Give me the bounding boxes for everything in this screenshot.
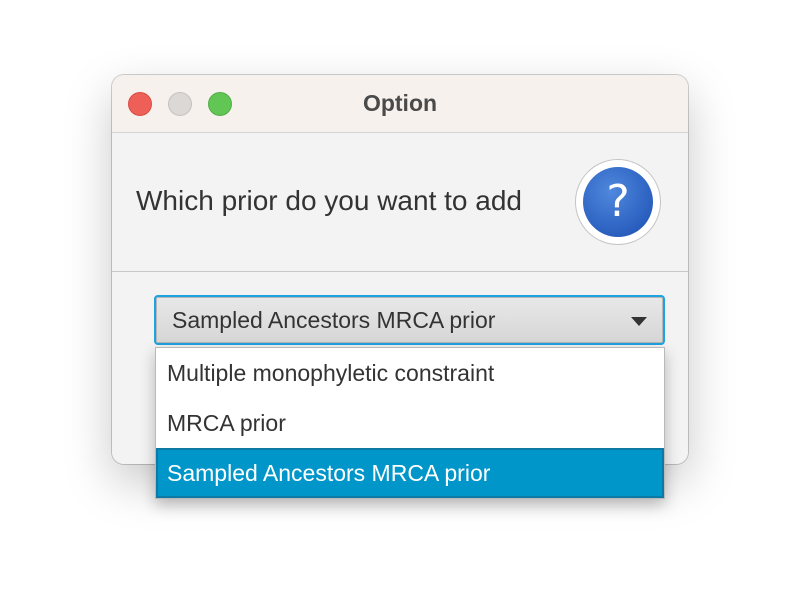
prior-type-combobox[interactable]: Sampled Ancestors MRCA prior [154, 295, 665, 345]
chevron-down-icon [631, 317, 647, 326]
dropdown-option-sampled-ancestors-mrca-prior[interactable]: Sampled Ancestors MRCA prior [156, 448, 664, 498]
desktop: Option Which prior do you want to add ? … [0, 0, 800, 612]
question-icon-glyph: ? [583, 167, 653, 237]
dropdown-option-multiple-monophyletic-constraint[interactable]: Multiple monophyletic constraint [156, 348, 664, 398]
dialog-header: Which prior do you want to add ? [112, 133, 688, 272]
titlebar: Option [112, 75, 688, 133]
window-title: Option [362, 90, 438, 116]
combobox-selected-value: Sampled Ancestors MRCA prior [172, 307, 496, 333]
dropdown-option-mrca-prior[interactable]: MRCA prior [156, 398, 664, 448]
dialog-message: Which prior do you want to add [136, 185, 522, 216]
question-icon: ? [575, 159, 661, 245]
prior-type-dropdown-list: Multiple monophyletic constraint MRCA pr… [155, 347, 665, 499]
